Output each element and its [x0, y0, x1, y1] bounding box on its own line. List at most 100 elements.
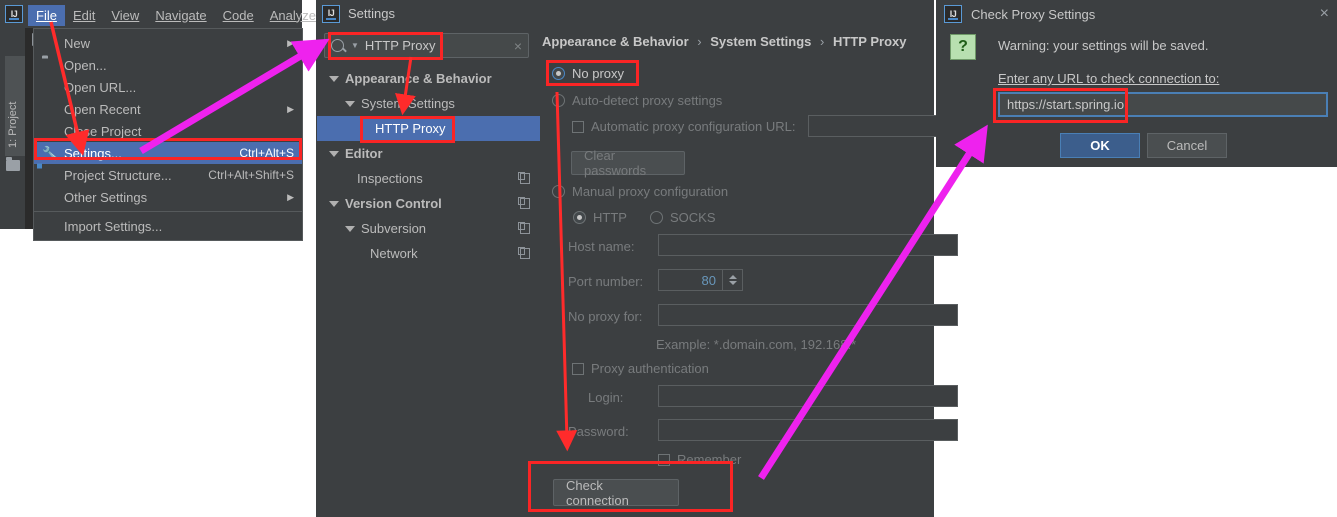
settings-title-label: Settings [348, 6, 395, 21]
chevron-down-icon[interactable] [345, 225, 355, 232]
radio-manual-proxy[interactable]: Manual proxy configuration [552, 184, 728, 199]
breadcrumb: Appearance & Behavior › System Settings … [540, 27, 934, 49]
menu-file[interactable]: File [28, 4, 65, 26]
menu-analyze-label: Analyze [269, 7, 316, 23]
radio-socks[interactable]: SOCKS [650, 210, 716, 225]
tree-item-inspections[interactable]: Inspections [317, 166, 540, 191]
menu-item-label: Other Settings [64, 189, 148, 205]
menu-navigate[interactable]: Navigate [147, 5, 214, 26]
menu-edit[interactable]: Edit [65, 5, 103, 26]
no-proxy-for-input[interactable] [658, 304, 958, 326]
host-name-input[interactable] [658, 234, 958, 256]
check-dialog-titlebar: IJ Check Proxy Settings × [936, 0, 1337, 28]
copy-icon [518, 172, 530, 184]
clear-search-icon[interactable]: × [514, 38, 522, 54]
radio-no-proxy-label: No proxy [572, 66, 625, 81]
breadcrumb-separator: › [820, 34, 825, 49]
port-spinner-buttons[interactable] [723, 269, 743, 291]
ok-button[interactable]: OK [1060, 133, 1140, 158]
chevron-down-icon[interactable] [329, 75, 339, 82]
checkbox-indicator [572, 120, 584, 133]
chevron-down-icon[interactable] [329, 200, 339, 207]
breadcrumb-item-1[interactable]: System Settings [710, 34, 811, 49]
tree-item-editor[interactable]: Editor [317, 141, 540, 166]
radio-auto-detect-proxy[interactable]: Auto-detect proxy settings [552, 93, 722, 108]
clear-passwords-button[interactable]: Clear passwords [571, 148, 685, 178]
settings-tree: Appearance & Behavior System Settings HT… [317, 66, 540, 517]
password-input[interactable] [658, 419, 958, 441]
url-input[interactable]: https://start.spring.io [998, 92, 1328, 117]
check-connection-button[interactable]: Check connection [553, 478, 679, 508]
menu-code[interactable]: Code [215, 5, 262, 26]
menu-item-label: Open... [64, 57, 107, 73]
menu-item-open-url[interactable]: Open URL... [34, 76, 302, 98]
chevron-down-icon[interactable]: ▼ [351, 41, 359, 50]
tree-item-label: Subversion [361, 221, 427, 236]
menu-item-open-recent[interactable]: Open Recent ▶ [34, 98, 302, 120]
checkbox-automatic-pac-label: Automatic proxy configuration URL: [591, 119, 796, 134]
menu-analyze[interactable]: Analyze [262, 5, 324, 26]
radio-indicator [650, 211, 663, 224]
menu-item-label: Project Structure... [64, 167, 172, 183]
close-icon[interactable]: × [1320, 5, 1329, 23]
menu-item-shortcut: Ctrl+Alt+Shift+S [208, 168, 294, 182]
url-prompt-label: Enter any URL to check connection to: [998, 71, 1220, 86]
menu-item-close-project[interactable]: Close Project [34, 120, 302, 142]
folder-icon [42, 59, 56, 72]
chevron-down-icon[interactable] [329, 150, 339, 157]
port-number-stepper[interactable]: 80 [658, 269, 743, 291]
port-number-input[interactable]: 80 [658, 269, 723, 291]
checkbox-remember[interactable]: Remember [658, 452, 741, 467]
breadcrumb-item-0[interactable]: Appearance & Behavior [542, 34, 689, 49]
radio-socks-label: SOCKS [670, 210, 716, 225]
check-proxy-settings-dialog: IJ Check Proxy Settings × ? Warning: you… [936, 0, 1337, 167]
checkbox-proxy-authentication[interactable]: Proxy authentication [572, 361, 709, 376]
radio-http[interactable]: HTTP [573, 210, 627, 225]
tree-item-label: Version Control [345, 196, 442, 211]
file-dropdown-menu: New ▶ Open... Open URL... Open Recent ▶ … [33, 28, 303, 241]
menu-code-label: Code [222, 7, 254, 23]
menu-item-other-settings[interactable]: Other Settings ▶ [34, 186, 302, 208]
tree-item-label: Inspections [357, 171, 423, 186]
tree-item-subversion[interactable]: Subversion [317, 216, 540, 241]
menu-item-label: New [64, 35, 91, 51]
checkbox-proxy-auth-label: Proxy authentication [591, 361, 709, 376]
menu-item-settings[interactable]: 🔧 Settings... Ctrl+Alt+S [34, 142, 302, 164]
tree-item-version-control[interactable]: Version Control [317, 191, 540, 216]
tree-item-label: Editor [345, 146, 383, 161]
menu-separator [34, 211, 302, 212]
menu-item-new[interactable]: New ▶ [34, 32, 302, 54]
spinner-up-icon[interactable] [728, 275, 737, 279]
radio-manual-proxy-label: Manual proxy configuration [572, 184, 729, 199]
radio-auto-detect-label: Auto-detect proxy settings [572, 93, 723, 108]
tree-item-appearance-behavior[interactable]: Appearance & Behavior [317, 66, 540, 91]
menu-item-project-structure[interactable]: Project Structure... Ctrl+Alt+Shift+S [34, 164, 302, 186]
host-name-label: Host name: [568, 239, 635, 254]
checkbox-automatic-pac-url[interactable]: Automatic proxy configuration URL: [572, 119, 795, 134]
menu-item-open[interactable]: Open... [34, 54, 302, 76]
submenu-arrow-icon: ▶ [287, 37, 294, 48]
tree-item-http-proxy[interactable]: HTTP Proxy [317, 116, 540, 141]
radio-no-proxy[interactable]: No proxy [552, 66, 624, 81]
menu-item-import-settings[interactable]: Import Settings... [34, 215, 302, 237]
tree-item-system-settings[interactable]: System Settings [317, 91, 540, 116]
tree-item-network[interactable]: Network [317, 241, 540, 266]
menu-view[interactable]: View [103, 5, 147, 26]
warning-text: Warning: your settings will be saved. [998, 38, 1209, 53]
radio-indicator [573, 211, 586, 224]
radio-http-label: HTTP [593, 210, 627, 225]
settings-search-input[interactable]: ▼ HTTP Proxy × [324, 33, 529, 58]
chevron-down-icon[interactable] [345, 100, 355, 107]
breadcrumb-separator: › [697, 34, 702, 49]
no-proxy-for-label: No proxy for: [568, 309, 643, 324]
module-icon [42, 169, 56, 182]
cancel-button[interactable]: Cancel [1147, 133, 1227, 158]
project-tab-label: 1: Project [7, 101, 19, 148]
menu-item-label: Settings... [64, 145, 122, 161]
menu-file-label: File [36, 7, 57, 23]
no-proxy-for-hint: Example: *.domain.com, 192.168.* [656, 337, 857, 352]
menu-item-label: Open URL... [64, 79, 137, 95]
spinner-down-icon[interactable] [728, 281, 737, 285]
login-input[interactable] [658, 385, 958, 407]
settings-search-value: HTTP Proxy [364, 38, 436, 53]
